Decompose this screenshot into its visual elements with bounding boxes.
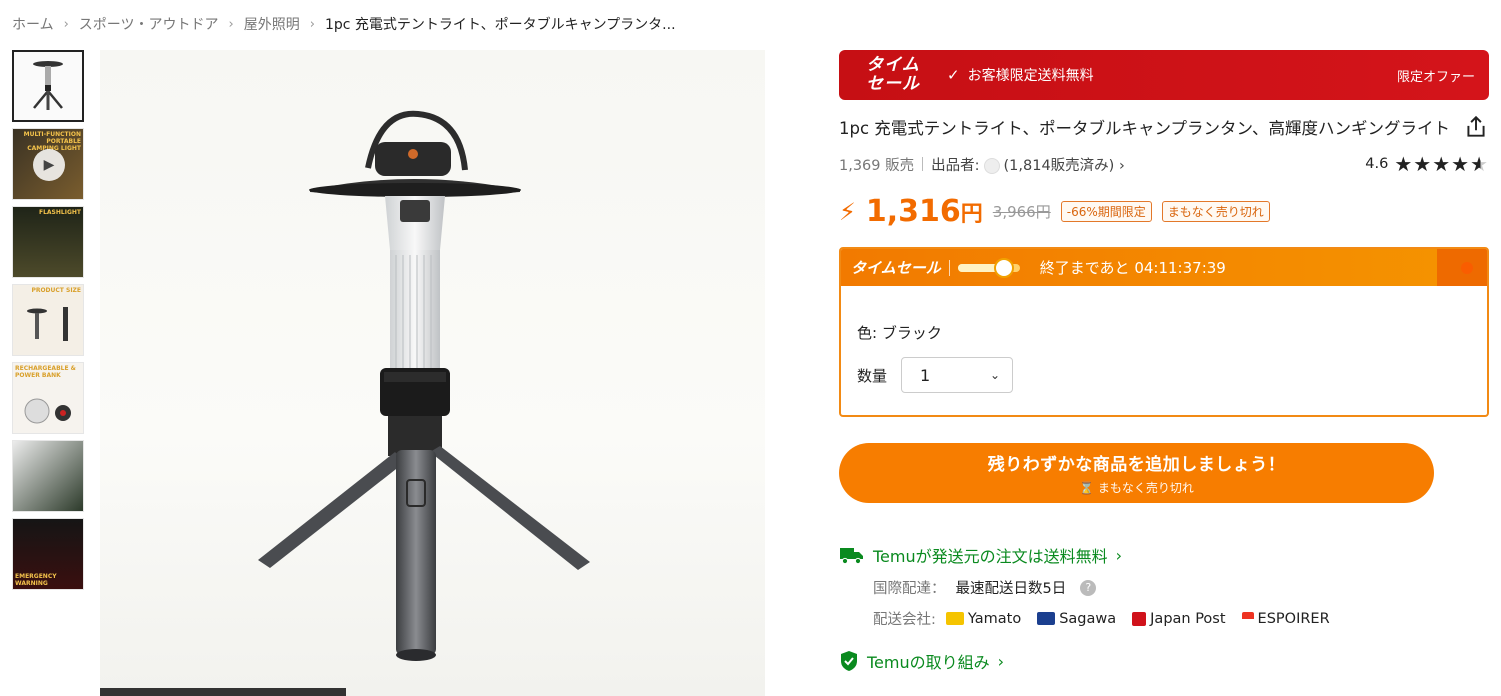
shield-check-icon [841,651,857,671]
corner-decoration [1437,249,1487,286]
product-info: タイム セール ✓ お客様限定送料無料 限定オファー 1pc 充電式テントライト… [839,50,1489,673]
power-bank-thumb-image [24,398,71,424]
espoirer-logo-icon [1241,611,1254,626]
carrier-espoirer: ESPOIRER [1241,611,1330,627]
options-panel: 色: ブラック 数量 1 ⌄ [841,286,1487,393]
chevron-right-icon: › [63,16,69,32]
play-icon[interactable]: ▶ [33,149,65,181]
thumbnail-2[interactable]: MULTI-FUNCTION PORTABLE CAMPING LIGHT ▶ [12,128,84,200]
quantity-select[interactable]: 1 ⌄ [901,357,1014,393]
lantern-thumb-image [33,61,63,110]
rating[interactable]: 4.6 ★★★★★ [1365,152,1489,176]
thumbnail-3[interactable]: FLASHLIGHT [12,206,84,278]
breadcrumb-outdoor-lighting[interactable]: 屋外照明 [244,14,300,34]
image-overlay-tab [100,688,346,696]
clock-icon [994,257,1015,278]
share-icon[interactable] [1463,114,1489,140]
chevron-right-icon: › [1114,157,1125,174]
check-icon: ✓ [947,66,960,84]
chevron-right-icon: › [1115,545,1123,565]
thumbnail-7[interactable]: EMERGENCY WARNING [12,518,84,590]
carrier-yamato: Yamato [945,611,1021,627]
chevron-down-icon: ⌄ [989,368,1001,382]
lantern-image [258,110,590,661]
time-sale-box: タイムセール 終了まであと 04:11:37:39 色: ブラック 数量 1 ⌄ [839,247,1489,417]
divider [922,157,924,171]
time-sale-label: タイムセール [851,259,941,277]
intl-delivery-row: 国際配達： 最速配送日数5日 ? [873,577,1489,598]
breadcrumb-current: 1pc 充電式テントライト、ポータブルキャンプランタ... [324,17,676,33]
color-option: 色: ブラック [857,324,942,342]
main-product-image[interactable] [100,50,765,696]
seller-link[interactable]: 出品者: (1,814販売済み) › [931,154,1125,175]
meta-row: 1,369 販売 出品者: (1,814販売済み) › 4.6 ★★★★★ [839,152,1489,176]
divider [948,259,950,276]
carrier-japan-post: Japan Post [1132,611,1226,627]
rating-value: 4.6 [1365,156,1389,172]
seller-avatar [983,157,1000,174]
quantity-row: 数量 1 ⌄ [857,357,1471,393]
original-price: 3,966円 [992,203,1051,221]
star-rating-icon: ★★★★★ [1394,152,1489,176]
thumbnail-list: MULTI-FUNCTION PORTABLE CAMPING LIGHT ▶ … [12,50,84,596]
price-row: ⚡ 1,316円 3,966円 -66%期間限定 まもなく売り切れ [839,194,1489,229]
carrier-sagawa: Sagawa [1037,611,1116,627]
size-thumb-image [27,307,68,341]
time-sale-banner: タイム セール ✓ お客様限定送料無料 限定オファー [839,50,1489,100]
chevron-right-icon: › [997,651,1005,671]
thumbnail-6[interactable] [12,440,84,512]
time-sale-logo: タイム セール [866,55,920,94]
sagawa-logo-icon [1037,612,1056,625]
product-page: ホーム › スポーツ・アウトドア › 屋外照明 › 1pc 充電式テントライト、… [0,0,1501,696]
japan-post-logo-icon [1132,611,1147,626]
breadcrumb-home[interactable]: ホーム [12,14,54,34]
chevron-right-icon: › [228,16,234,32]
sale-price: 1,316円 [865,194,983,229]
title-row: 1pc 充電式テントライト、ポータブルキャンプランタン、高輝度ハンギングライト [839,114,1489,140]
carrier-row: 配送会社: Yamato Sagawa Japan Post ESPOIRER [873,610,1330,629]
product-title: 1pc 充電式テントライト、ポータブルキャンプランタン、高輝度ハンギングライト [839,119,1450,138]
help-icon[interactable]: ? [1080,579,1097,596]
breadcrumb: ホーム › スポーツ・アウトドア › 屋外照明 › 1pc 充電式テントライト、… [12,12,676,36]
time-sale-progress [957,257,1020,278]
stock-tag: まもなく売り切れ [1161,201,1270,222]
chevron-right-icon: › [309,16,315,32]
temu-commitment-row[interactable]: Temuの取り組み › [839,649,1489,673]
free-shipping-row[interactable]: Temuが発送元の注文は送料無料 › [839,543,1489,567]
countdown-text: 終了まであと 04:11:37:39 [1039,259,1226,277]
hourglass-icon: ⌛ [1079,481,1098,495]
discount-tag: -66%期間限定 [1060,201,1152,222]
breadcrumb-sports[interactable]: スポーツ・アウトドア [79,14,219,34]
thumbnail-5[interactable]: RECHARGEABLE & POWER BANK [12,362,84,434]
thumbnail-1[interactable] [12,50,84,122]
add-to-cart-button[interactable]: 残りわずかな商品を追加しましょう！ ⌛ まもなく売り切れ [839,443,1434,503]
lightning-icon: ⚡ [839,197,856,226]
limited-offer-text: 限定オファー [1396,69,1475,85]
time-sale-bar: タイムセール 終了まであと 04:11:37:39 [841,249,1487,286]
yamato-logo-icon [945,612,964,625]
thumbnail-4[interactable]: PRODUCT SIZE [12,284,84,356]
sold-count: 1,369 販売 [839,157,915,174]
truck-icon [840,548,863,565]
quantity-label: 数量 [857,366,888,385]
free-shipping-text: お客様限定送料無料 [967,68,1094,84]
